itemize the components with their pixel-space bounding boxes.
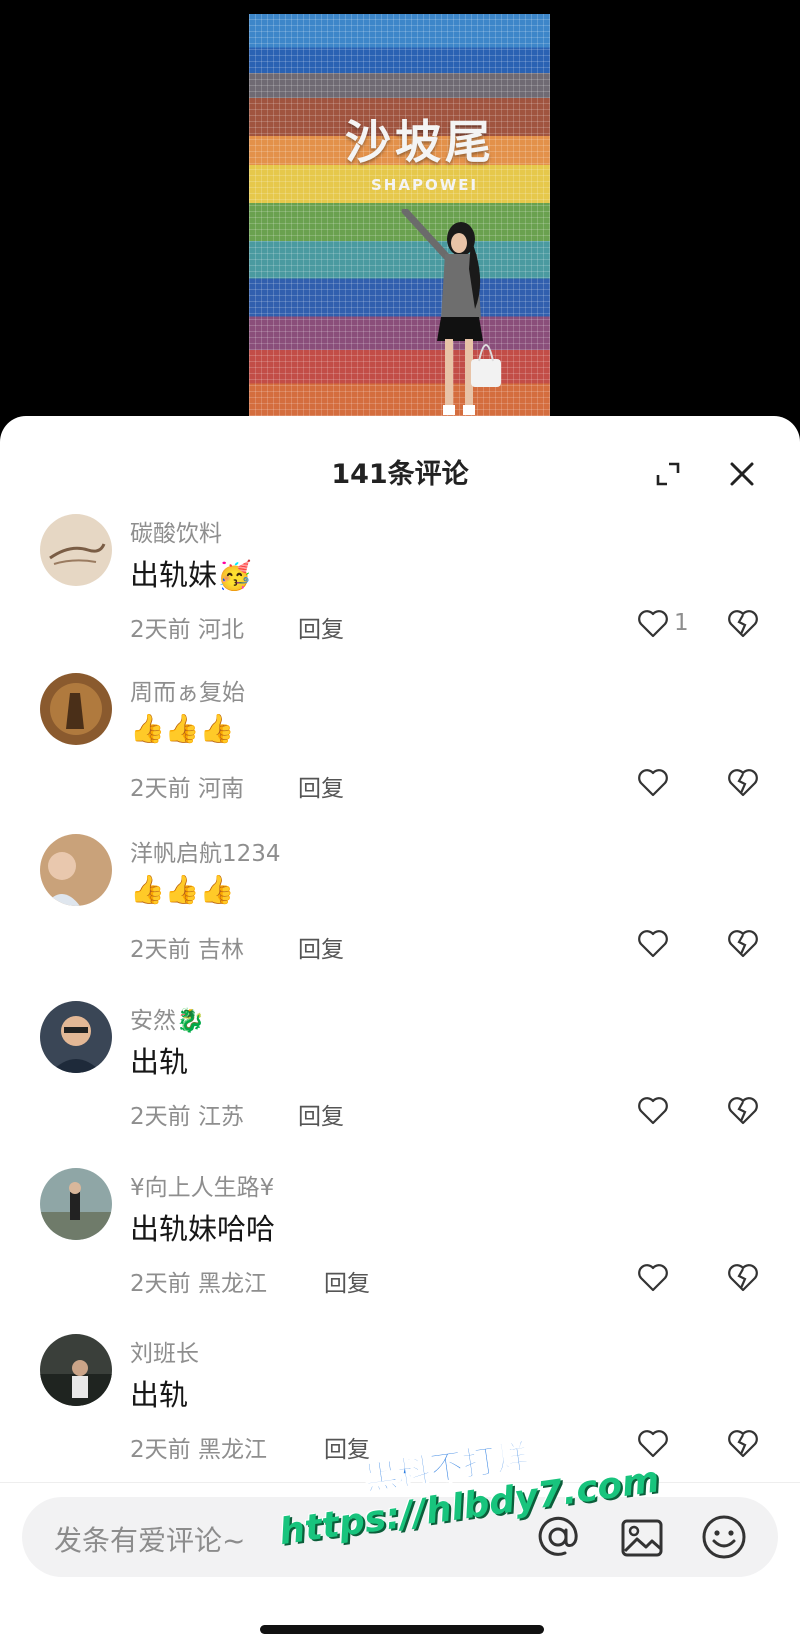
comment-region: 吉林 — [197, 937, 244, 963]
comment-text: 出轨 — [130, 1045, 189, 1079]
broken-heart-icon[interactable] — [726, 927, 760, 961]
comment-meta: 2天前 黑龙江 — [130, 1430, 267, 1464]
comment-emoji: 👍👍👍 — [130, 873, 235, 906]
reply-button[interactable]: 回复 — [298, 610, 344, 644]
comment-meta: 2天前 江苏 — [130, 1097, 244, 1131]
comment-item: ¥向上人生路¥ 出轨妹哈哈 2天前 黑龙江 回复 — [0, 1168, 800, 1318]
comment-meta: 2天前 河南 — [130, 769, 244, 803]
comment-emoji: 👍👍👍 — [130, 712, 235, 745]
expand-icon[interactable] — [654, 460, 682, 488]
comment-username[interactable]: 碳酸饮料 — [130, 514, 222, 548]
comment-username[interactable]: 周而ぁ复始 — [130, 673, 245, 707]
comment-meta: 2天前 吉林 — [130, 930, 244, 964]
input-divider — [0, 1482, 800, 1483]
comment-emoji: 🥳 — [217, 559, 252, 592]
comment-sheet: 141条评论 碳酸饮料 出轨妹🥳 2天前 河北 回复 1 周而ぁ复始 👍👍👍 2… — [0, 416, 800, 1651]
avatar[interactable] — [40, 673, 112, 745]
comment-meta: 2天前 黑龙江 — [130, 1264, 267, 1298]
comment-username-text: 安然 — [130, 1008, 176, 1034]
avatar[interactable] — [40, 1001, 112, 1073]
comment-time: 2天前 — [130, 776, 191, 802]
comment-text: 出轨妹哈哈 — [130, 1212, 276, 1246]
comment-meta: 2天前 河北 — [130, 610, 244, 644]
comment-region: 河北 — [197, 617, 244, 643]
heart-icon[interactable] — [636, 1261, 670, 1295]
broken-heart-icon[interactable] — [726, 1261, 760, 1295]
broken-heart-icon[interactable] — [726, 607, 760, 641]
image-icon[interactable] — [619, 1515, 665, 1561]
comment-input-placeholder[interactable]: 发条有爱评论~ — [54, 1519, 245, 1559]
sign-english-text: SHAPOWEI — [371, 176, 479, 194]
comment-item: 安然🐉 出轨 2天前 江苏 回复 — [0, 1001, 800, 1151]
home-indicator[interactable] — [260, 1625, 544, 1634]
comment-region: 江苏 — [197, 1104, 244, 1130]
close-icon[interactable] — [726, 458, 758, 490]
comment-text: 👍👍👍 — [130, 711, 235, 745]
comment-username[interactable]: 刘班长 — [130, 1334, 199, 1368]
video-player[interactable]: 沙坡尾 SHAPOWEI — [0, 0, 800, 440]
avatar[interactable] — [40, 1334, 112, 1406]
comment-item: 碳酸饮料 出轨妹🥳 2天前 河北 回复 1 — [0, 514, 800, 664]
video-frame: 沙坡尾 SHAPOWEI — [249, 14, 550, 434]
heart-icon[interactable] — [636, 1094, 670, 1128]
avatar[interactable] — [40, 1168, 112, 1240]
broken-heart-icon[interactable] — [726, 1427, 760, 1461]
comment-input-bar[interactable]: 发条有爱评论~ — [22, 1497, 778, 1577]
broken-heart-icon[interactable] — [726, 766, 760, 800]
reply-button[interactable]: 回复 — [324, 1430, 370, 1464]
comment-text: 出轨妹🥳 — [130, 552, 252, 594]
avatar[interactable] — [40, 834, 112, 906]
comment-item: 周而ぁ复始 👍👍👍 2天前 河南 回复 — [0, 673, 800, 823]
username-emoji: 🐉 — [176, 1008, 205, 1034]
person-figure — [401, 209, 501, 415]
comment-item: 刘班长 出轨 2天前 黑龙江 回复 — [0, 1334, 800, 1484]
comment-username[interactable]: 安然🐉 — [130, 1001, 205, 1035]
heart-icon[interactable] — [636, 927, 670, 961]
comment-time: 2天前 — [130, 937, 191, 963]
comment-username[interactable]: ¥向上人生路¥ — [130, 1168, 274, 1202]
comment-time: 2天前 — [130, 1104, 191, 1130]
comment-item: 洋帆启航1234 👍👍👍 2天前 吉林 回复 — [0, 834, 800, 984]
comment-username[interactable]: 洋帆启航1234 — [130, 834, 281, 868]
heart-icon[interactable] — [636, 607, 670, 641]
comment-region: 河南 — [197, 776, 244, 802]
comment-time: 2天前 — [130, 1437, 191, 1463]
comment-text-body: 出轨妹 — [130, 558, 218, 592]
comment-text: 出轨 — [130, 1378, 189, 1412]
heart-icon[interactable] — [636, 1427, 670, 1461]
at-icon[interactable] — [535, 1514, 581, 1560]
comment-time: 2天前 — [130, 1271, 191, 1297]
comment-time: 2天前 — [130, 617, 191, 643]
like-count: 1 — [674, 610, 689, 636]
broken-heart-icon[interactable] — [726, 1094, 760, 1128]
reply-button[interactable]: 回复 — [298, 1097, 344, 1131]
comment-region: 黑龙江 — [197, 1437, 267, 1463]
heart-icon[interactable] — [636, 766, 670, 800]
sign-chinese-text: 沙坡尾 — [345, 115, 495, 169]
emoji-face-icon[interactable] — [700, 1513, 748, 1561]
reply-button[interactable]: 回复 — [298, 769, 344, 803]
reply-button[interactable]: 回复 — [298, 930, 344, 964]
comment-region: 黑龙江 — [197, 1271, 267, 1297]
comment-text: 👍👍👍 — [130, 872, 235, 906]
reply-button[interactable]: 回复 — [324, 1264, 370, 1298]
avatar[interactable] — [40, 514, 112, 586]
